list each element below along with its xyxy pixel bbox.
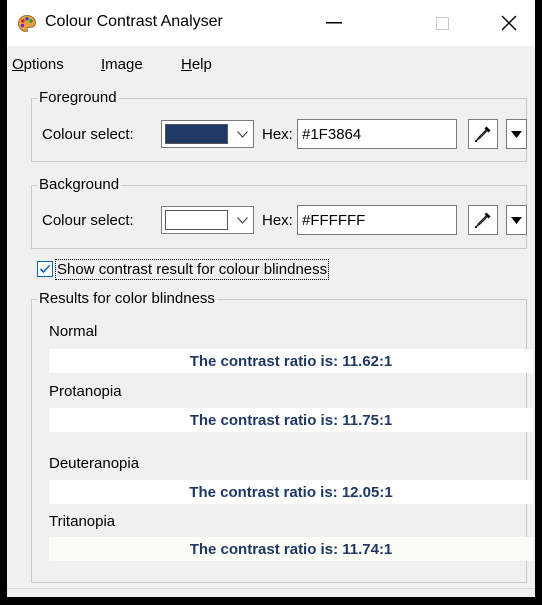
app-window: Colour Contrast Analyser Options Image H… <box>0 0 542 605</box>
menu-help[interactable]: Help <box>181 56 212 73</box>
close-icon <box>501 15 516 31</box>
triangle-down-icon <box>511 130 522 138</box>
menu-options[interactable]: Options <box>12 56 64 73</box>
minimize-button[interactable] <box>305 0 363 46</box>
background-options-dropdown[interactable] <box>506 205 527 235</box>
background-hex-input[interactable] <box>297 205 457 235</box>
client-area: Colour Contrast Analyser Options Image H… <box>7 0 535 597</box>
foreground-options-dropdown[interactable] <box>506 119 527 149</box>
foreground-colour-select[interactable] <box>161 120 254 148</box>
result-label-deuteranopia: Deuteranopia <box>49 455 140 472</box>
window-title: Colour Contrast Analyser <box>45 13 223 30</box>
result-bar-tritanopia: The contrast ratio is: 11.74:1 <box>49 537 533 561</box>
eyedropper-icon <box>475 212 491 228</box>
result-text-tritanopia: The contrast ratio is: 11.74:1 <box>189 540 393 558</box>
background-hex-label: Hex: <box>262 212 293 229</box>
menu-options-label: ptions <box>23 56 64 73</box>
background-group-label: Background <box>37 175 122 195</box>
eyedropper-icon <box>475 126 491 142</box>
checkmark-icon <box>39 264 51 274</box>
menu-help-accelerator: H <box>181 56 192 73</box>
result-text-normal: The contrast ratio is: 11.62:1 <box>189 352 393 370</box>
background-colour-select-label: Colour select: <box>42 212 134 229</box>
result-label-normal: Normal <box>49 323 98 340</box>
foreground-eyedropper-button[interactable] <box>468 119 498 149</box>
status-bar-divider <box>7 588 535 589</box>
chevron-down-icon <box>236 216 248 224</box>
minimize-icon <box>326 22 342 24</box>
result-bar-normal: The contrast ratio is: 11.62:1 <box>49 349 533 373</box>
foreground-hex-label: Hex: <box>262 126 293 143</box>
background-combo-arrow[interactable] <box>231 207 253 233</box>
result-text-protanopia: The contrast ratio is: 11.75:1 <box>189 411 393 429</box>
maximize-icon <box>435 16 449 30</box>
foreground-hex-input[interactable] <box>297 119 457 149</box>
foreground-colour-swatch <box>165 124 228 144</box>
menu-image-label: mage <box>105 56 143 73</box>
foreground-combo-arrow[interactable] <box>231 121 253 147</box>
background-colour-select[interactable] <box>161 206 254 234</box>
chevron-down-icon <box>236 130 248 138</box>
foreground-group-label: Foreground <box>37 88 119 108</box>
menu-bar: Options Image Help <box>7 52 535 80</box>
menu-options-accelerator: O <box>12 56 24 73</box>
triangle-down-icon <box>511 216 522 224</box>
result-label-protanopia: Protanopia <box>49 383 122 400</box>
result-bar-protanopia: The contrast ratio is: 11.75:1 <box>49 408 533 432</box>
title-bar[interactable]: Colour Contrast Analyser <box>7 0 535 46</box>
colour-blindness-checkbox-label[interactable]: Show contrast result for colour blindnes… <box>55 259 330 280</box>
results-group-label: Results for color blindness <box>37 289 217 309</box>
background-eyedropper-button[interactable] <box>468 205 498 235</box>
menu-help-label: elp <box>191 56 212 73</box>
foreground-colour-select-label: Colour select: <box>42 126 134 143</box>
palette-icon <box>18 15 36 32</box>
background-colour-swatch <box>165 210 228 230</box>
menu-image[interactable]: Image <box>101 56 143 73</box>
maximize-button[interactable] <box>413 0 471 46</box>
close-button[interactable] <box>482 0 535 46</box>
colour-blindness-checkbox[interactable] <box>37 261 53 277</box>
result-label-tritanopia: Tritanopia <box>49 513 116 530</box>
result-bar-deuteranopia: The contrast ratio is: 12.05:1 <box>49 480 533 504</box>
result-text-deuteranopia: The contrast ratio is: 12.05:1 <box>189 483 393 501</box>
